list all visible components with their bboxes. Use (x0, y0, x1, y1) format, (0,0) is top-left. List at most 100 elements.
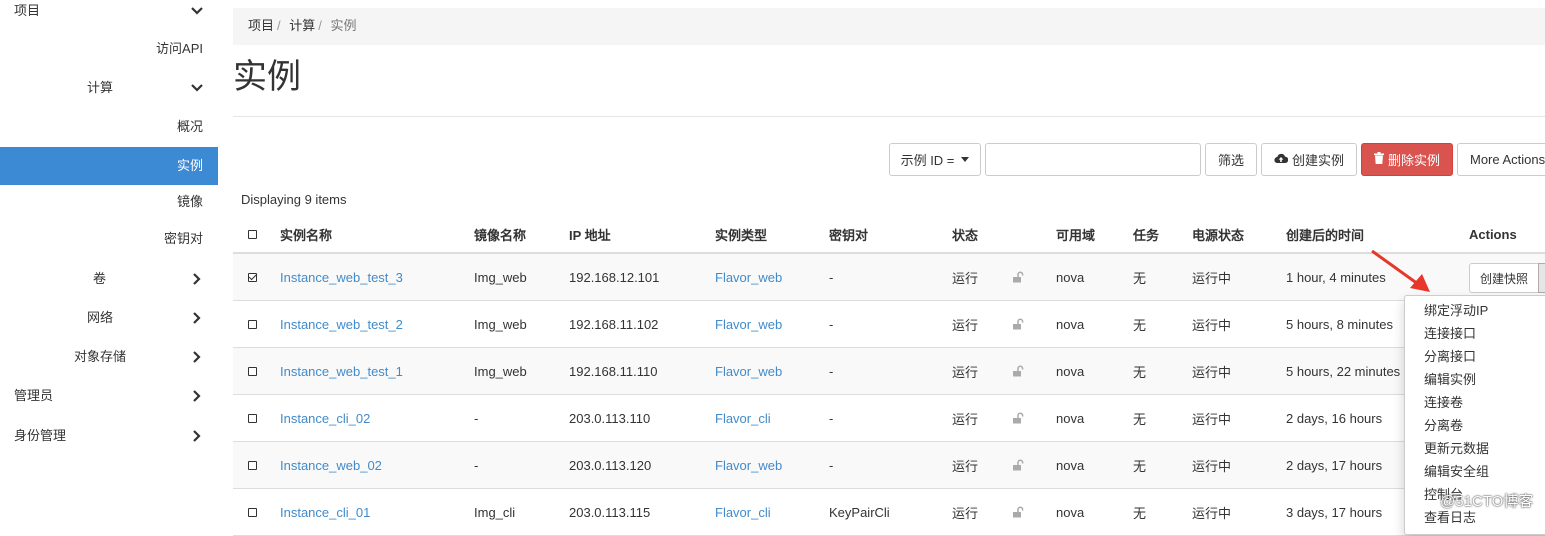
table-row: Instance_web_test_2 Img_web 192.168.11.102… (233, 301, 1545, 348)
breadcrumb-item-compute[interactable]: 计算 (289, 18, 315, 33)
keypair-name: - (829, 316, 834, 332)
breadcrumb-item-project[interactable]: 项目 (248, 18, 274, 33)
flavor-link[interactable]: Flavor_web (715, 317, 782, 332)
age-text: 3 days, 17 hours (1286, 504, 1383, 520)
flavor-link[interactable]: Flavor_web (715, 458, 782, 473)
create-instance-button[interactable]: 创建实例 (1261, 143, 1357, 176)
unlock-icon (1013, 412, 1024, 424)
more-actions-button[interactable]: More Actions (1457, 143, 1545, 176)
status-text: 运行 (952, 411, 979, 427)
sidebar-item-label: 密钥对 (163, 231, 203, 246)
availability-zone: nova (1056, 504, 1085, 520)
unlock-icon (1013, 506, 1024, 518)
image-name: Img_cli (474, 504, 516, 520)
select-all-checkbox[interactable] (248, 230, 257, 239)
power-state: 运行中 (1192, 270, 1232, 286)
row-checkbox[interactable] (248, 413, 257, 423)
sidebar-item-label: 管理员 (14, 388, 54, 403)
sidebar-item-keypairs[interactable]: 密钥对 (0, 220, 218, 258)
dropdown-item[interactable]: 绑定浮动IP (1405, 299, 1545, 322)
flavor-link[interactable]: Flavor_web (715, 270, 782, 285)
image-name: Img_web (474, 316, 527, 332)
sidebar-item-api-access[interactable]: 访问API (0, 30, 218, 68)
header-keypair[interactable]: 密钥对 (829, 217, 868, 252)
dropdown-item[interactable]: 编辑实例 (1405, 368, 1545, 391)
table-row: Instance_cli_02 - 203.0.113.110 Flavor_cli -… (233, 395, 1545, 442)
create-snapshot-button[interactable]: 创建快照 (1469, 263, 1539, 293)
dropdown-item[interactable]: 更新元数据 (1405, 437, 1545, 460)
row-checkbox[interactable] (248, 460, 257, 470)
flavor-link[interactable]: Flavor_web (715, 364, 782, 379)
delete-instance-button[interactable]: 删除实例 (1361, 143, 1453, 176)
header-task[interactable]: 任务 (1133, 217, 1159, 252)
dropdown-item[interactable]: 编辑安全组 (1405, 460, 1545, 483)
dropdown-item[interactable]: 连接卷 (1405, 391, 1545, 414)
sidebar-item-project[interactable]: 项目 (0, 0, 218, 30)
header-image[interactable]: 镜像名称 (474, 217, 526, 252)
flavor-link[interactable]: Flavor_cli (715, 411, 771, 426)
keypair-name: - (829, 457, 834, 473)
sidebar-item-admin[interactable]: 管理员 (0, 377, 218, 415)
sidebar-item-label: 身份管理 (14, 428, 67, 443)
header-age[interactable]: 创建后的时间 (1286, 217, 1364, 252)
header-name[interactable]: 实例名称 (280, 217, 332, 252)
dropdown-item[interactable]: 分离卷 (1405, 414, 1545, 437)
availability-zone: nova (1056, 269, 1085, 285)
trash-icon (1373, 152, 1384, 167)
sidebar-item-label: 卷 (93, 271, 107, 286)
table-row: Instance_web_test_3 Img_web 192.168.12.101… (233, 254, 1545, 301)
header-status[interactable]: 状态 (952, 217, 978, 252)
filter-button[interactable]: 筛选 (1205, 143, 1257, 176)
instance-name-link[interactable]: Instance_web_02 (280, 458, 382, 473)
instance-name-link[interactable]: Instance_web_test_1 (280, 364, 403, 379)
header-flavor[interactable]: 实例类型 (715, 217, 767, 252)
sidebar-item-object-store[interactable]: 对象存储 (0, 338, 218, 376)
row-checkbox[interactable] (248, 272, 257, 282)
sidebar-item-identity[interactable]: 身份管理 (0, 417, 218, 455)
instance-name-link[interactable]: Instance_cli_01 (280, 505, 370, 520)
unlock-icon (1013, 318, 1024, 330)
filter-button-label: 筛选 (1217, 153, 1244, 168)
status-text: 运行 (952, 505, 979, 521)
ip-address: 203.0.113.115 (569, 504, 651, 520)
row-checkbox[interactable] (248, 507, 257, 517)
power-state: 运行中 (1192, 364, 1232, 380)
sidebar-item-instances[interactable]: 实例 (0, 147, 218, 185)
search-input[interactable] (985, 143, 1201, 176)
table-row: Instance_cli_01 Img_cli 203.0.113.115 Flavo… (233, 489, 1545, 536)
sidebar-item-label: 项目 (14, 3, 41, 18)
header-power[interactable]: 电源状态 (1192, 217, 1244, 252)
instance-name-link[interactable]: Instance_web_test_2 (280, 317, 403, 332)
item-count: Displaying 9 items (241, 192, 347, 207)
sidebar-item-overview[interactable]: 概况 (0, 108, 218, 146)
header-az[interactable]: 可用域 (1056, 217, 1095, 252)
sidebar-item-label: 实例 (176, 158, 203, 173)
image-name: Img_web (474, 363, 527, 379)
unlock-icon (1013, 271, 1024, 283)
chevron-right-icon (190, 338, 204, 376)
sidebar-item-label: 镜像 (176, 194, 203, 209)
row-checkbox[interactable] (248, 366, 257, 376)
task-text: 无 (1133, 505, 1147, 521)
flavor-link[interactable]: Flavor_cli (715, 505, 771, 520)
age-text: 2 days, 17 hours (1286, 457, 1383, 473)
dropdown-item[interactable]: 连接接口 (1405, 322, 1545, 345)
unlock-icon (1013, 365, 1024, 377)
image-name: - (474, 457, 479, 473)
header-actions: Actions (1469, 227, 1517, 242)
sidebar-item-compute[interactable]: 计算 (0, 69, 218, 107)
sidebar-item-images[interactable]: 镜像 (0, 183, 218, 221)
header-ip[interactable]: IP 地址 (569, 217, 611, 252)
filter-field-dropdown[interactable]: 示例 ID = (889, 143, 981, 176)
instance-name-link[interactable]: Instance_web_test_3 (280, 270, 403, 285)
dropdown-item[interactable]: 分离接口 (1405, 345, 1545, 368)
sidebar-item-volumes[interactable]: 卷 (0, 260, 218, 298)
task-text: 无 (1133, 458, 1147, 474)
instance-name-link[interactable]: Instance_cli_02 (280, 411, 370, 426)
row-actions-toggle[interactable] (1538, 263, 1545, 293)
filter-field-label: 示例 ID = (900, 153, 955, 168)
sidebar-item-network[interactable]: 网络 (0, 299, 218, 337)
sidebar-item-label: 对象存储 (74, 349, 127, 364)
page-title: 实例 (233, 58, 301, 96)
row-checkbox[interactable] (248, 319, 257, 329)
